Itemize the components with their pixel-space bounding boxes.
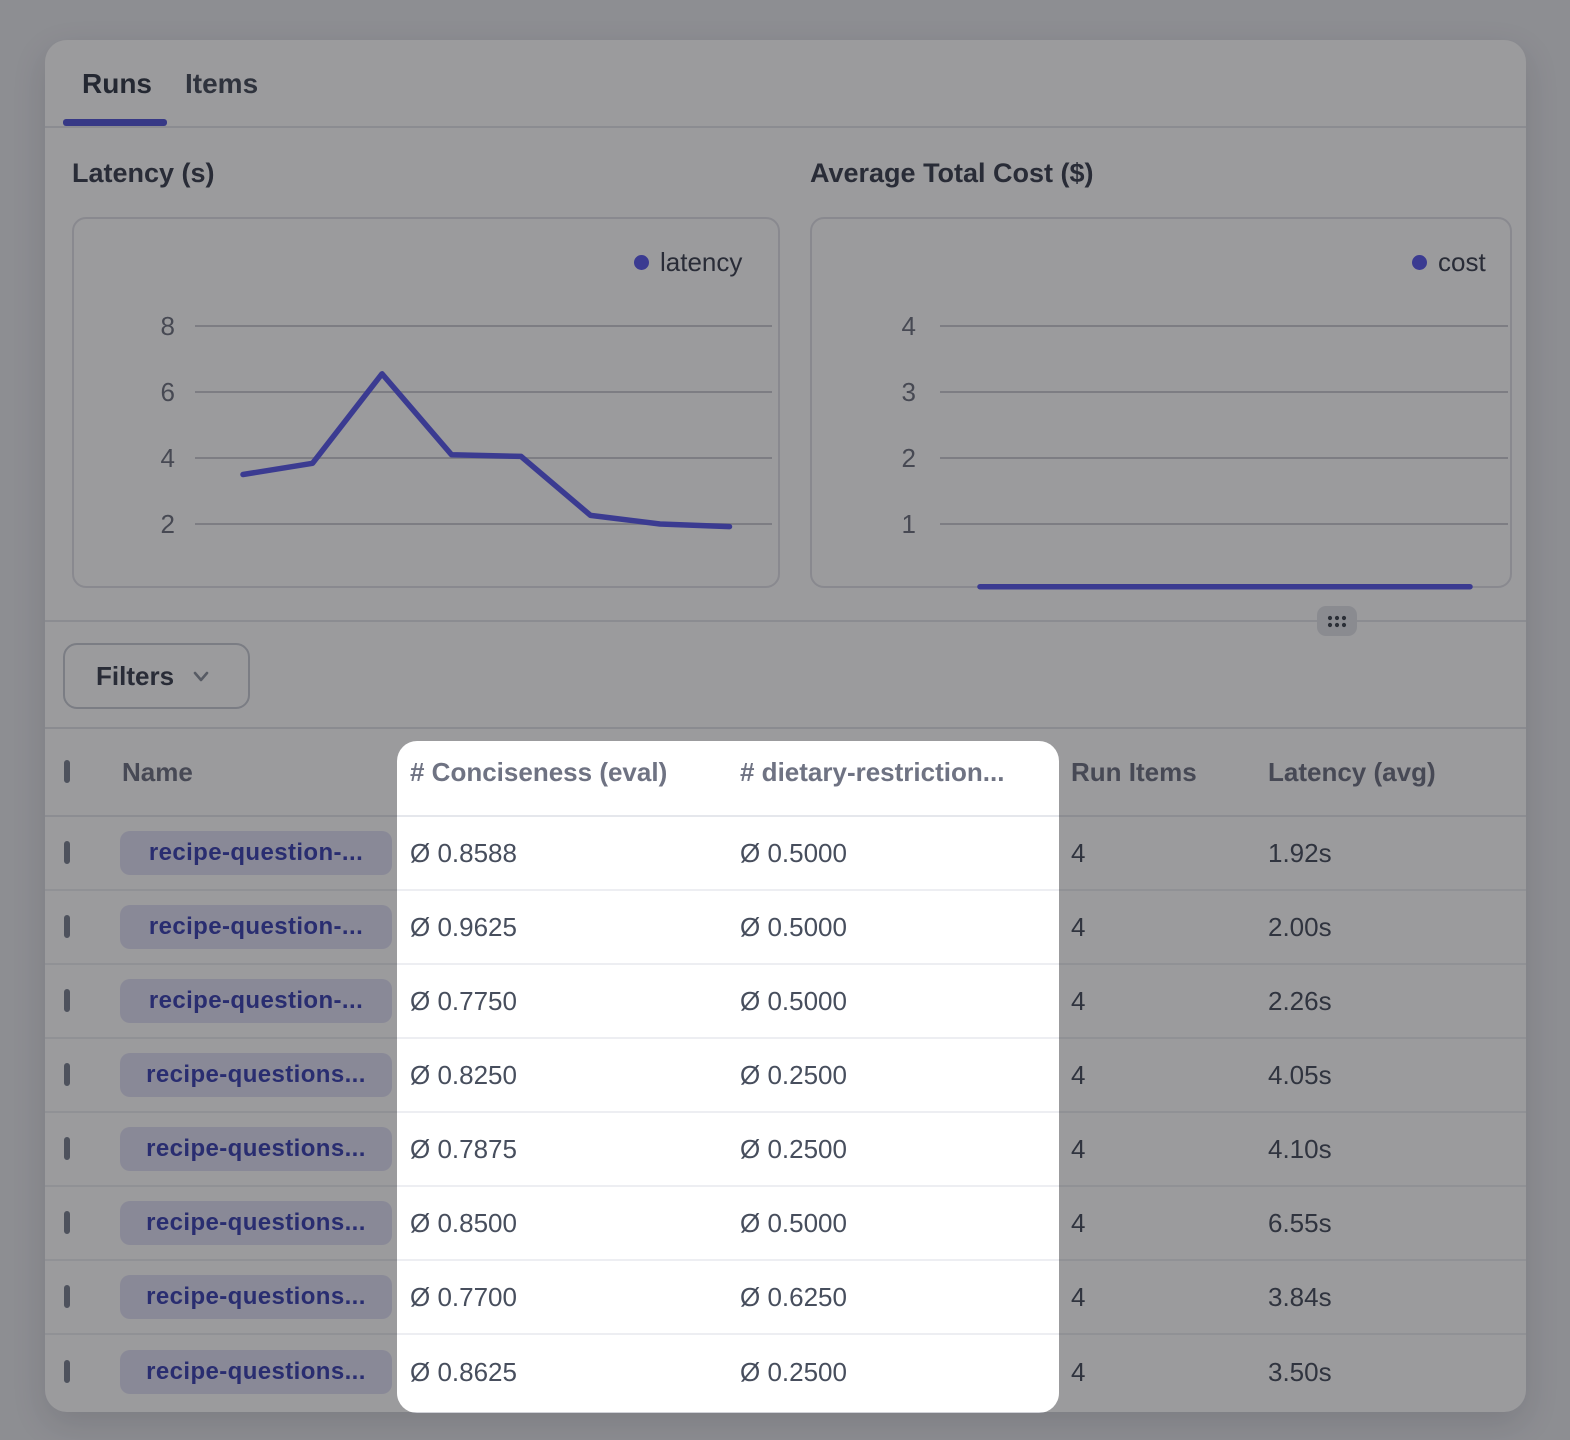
y-axis-tick-label: 4 [161,443,175,473]
row-checkbox[interactable] [64,1211,70,1234]
dietary-restriction-score-cell: Ø 0.5000 [740,1208,1071,1239]
y-axis-tick-label: 6 [161,377,175,407]
run-name-badge[interactable]: recipe-questions... [120,1201,392,1245]
run-name-badge[interactable]: recipe-questions... [120,1053,392,1097]
select-all-checkbox[interactable] [64,760,70,783]
y-axis-tick-label: 1 [902,509,916,539]
cost-chart-canvas: 4 3 2 1 [810,217,1512,588]
row-checkbox[interactable] [64,1063,70,1086]
filters-button-label: Filters [96,661,174,692]
latency-avg-cell: 4.10s [1268,1134,1526,1165]
row-checkbox[interactable] [64,841,70,864]
run-name-badge[interactable]: recipe-question-... [120,979,392,1023]
dietary-restriction-score-cell: Ø 0.2500 [740,1357,1071,1388]
column-header-dietary-restriction[interactable]: # dietary-restriction... [740,757,1071,788]
run-items-cell: 4 [1071,1282,1268,1313]
latency-avg-cell: 4.05s [1268,1060,1526,1091]
table-row[interactable]: recipe-questions... Ø 0.8250 Ø 0.2500 4 … [45,1039,1526,1113]
table-row[interactable]: recipe-question-... Ø 0.7750 Ø 0.5000 4 … [45,965,1526,1039]
panel-divider [45,620,1526,622]
y-axis-tick-label: 3 [902,377,916,407]
dashboard-card: Runs Items Latency (s) Average Total Cos… [45,40,1526,1412]
latency-avg-cell: 2.26s [1268,986,1526,1017]
table-row[interactable]: recipe-questions... Ø 0.8625 Ø 0.2500 4 … [45,1335,1526,1409]
filters-button[interactable]: Filters [63,643,250,709]
column-header-run-items[interactable]: Run Items [1071,757,1268,788]
active-tab-indicator [63,119,167,126]
row-checkbox[interactable] [64,1285,70,1308]
latency-chart: 8 6 4 2 latency [72,217,780,588]
cost-legend: cost [1412,247,1486,278]
row-checkbox[interactable] [64,1137,70,1160]
tab-items[interactable]: Items [185,68,258,100]
run-items-cell: 4 [1071,986,1268,1017]
run-name-badge[interactable]: recipe-questions... [120,1350,392,1394]
grip-dots-icon [1326,613,1348,629]
tab-runs[interactable]: Runs [82,68,152,100]
dietary-restriction-score-cell: Ø 0.5000 [740,838,1071,869]
table-row[interactable]: recipe-questions... Ø 0.7700 Ø 0.6250 4 … [45,1261,1526,1335]
column-header-latency-avg[interactable]: Latency (avg) [1268,757,1526,788]
run-name-badge[interactable]: recipe-questions... [120,1127,392,1171]
table-row[interactable]: recipe-question-... Ø 0.8588 Ø 0.5000 4 … [45,817,1526,891]
latency-line [243,374,730,527]
conciseness-score-cell: Ø 0.8588 [410,838,740,869]
latency-legend-dot [634,255,649,270]
conciseness-score-cell: Ø 0.8500 [410,1208,740,1239]
run-items-cell: 4 [1071,838,1268,869]
y-axis-tick-label: 8 [161,311,175,341]
y-axis-tick-label: 2 [161,509,175,539]
conciseness-score-cell: Ø 0.7700 [410,1282,740,1313]
table-row[interactable]: recipe-questions... Ø 0.7875 Ø 0.2500 4 … [45,1113,1526,1187]
panel-resize-handle[interactable] [1317,606,1357,636]
run-items-cell: 4 [1071,1357,1268,1388]
latency-chart-title: Latency (s) [72,158,215,189]
tab-bar: Runs Items [45,40,1526,128]
table-header-row: Name # Conciseness (eval) # dietary-rest… [45,729,1526,817]
run-name-badge[interactable]: recipe-question-... [120,831,392,875]
eval-dashboard: { "tabs": { "items": [ { "label": "Runs"… [0,0,1570,1440]
column-header-conciseness[interactable]: # Conciseness (eval) [410,757,740,788]
y-axis-tick-label: 4 [902,311,916,341]
conciseness-score-cell: Ø 0.7875 [410,1134,740,1165]
row-checkbox[interactable] [64,1360,70,1383]
cost-chart-title: Average Total Cost ($) [810,158,1094,189]
run-name-badge[interactable]: recipe-questions... [120,1275,392,1319]
table-row[interactable]: recipe-question-... Ø 0.9625 Ø 0.5000 4 … [45,891,1526,965]
run-items-cell: 4 [1071,912,1268,943]
latency-avg-cell: 3.84s [1268,1282,1526,1313]
column-header-name[interactable]: Name [122,757,410,788]
conciseness-score-cell: Ø 0.8625 [410,1357,740,1388]
latency-avg-cell: 3.50s [1268,1357,1526,1388]
table-body: recipe-question-... Ø 0.8588 Ø 0.5000 4 … [45,817,1526,1409]
y-axis-tick-label: 2 [902,443,916,473]
latency-avg-cell: 2.00s [1268,912,1526,943]
run-items-cell: 4 [1071,1208,1268,1239]
run-items-cell: 4 [1071,1134,1268,1165]
dietary-restriction-score-cell: Ø 0.2500 [740,1134,1071,1165]
row-checkbox[interactable] [64,915,70,938]
row-checkbox[interactable] [64,989,70,1012]
run-name-badge[interactable]: recipe-question-... [120,905,392,949]
conciseness-score-cell: Ø 0.9625 [410,912,740,943]
conciseness-score-cell: Ø 0.7750 [410,986,740,1017]
run-items-cell: 4 [1071,1060,1268,1091]
latency-avg-cell: 1.92s [1268,838,1526,869]
latency-avg-cell: 6.55s [1268,1208,1526,1239]
cost-legend-dot [1412,255,1427,270]
cost-chart: 4 3 2 1 cost [810,217,1512,588]
latency-legend-label: latency [660,247,742,278]
runs-table: Name # Conciseness (eval) # dietary-rest… [45,727,1526,1409]
chevron-down-icon [188,663,214,689]
table-row[interactable]: recipe-questions... Ø 0.8500 Ø 0.5000 4 … [45,1187,1526,1261]
cost-legend-label: cost [1438,247,1486,278]
dietary-restriction-score-cell: Ø 0.2500 [740,1060,1071,1091]
latency-legend: latency [634,247,742,278]
dietary-restriction-score-cell: Ø 0.6250 [740,1282,1071,1313]
conciseness-score-cell: Ø 0.8250 [410,1060,740,1091]
dietary-restriction-score-cell: Ø 0.5000 [740,912,1071,943]
dietary-restriction-score-cell: Ø 0.5000 [740,986,1071,1017]
